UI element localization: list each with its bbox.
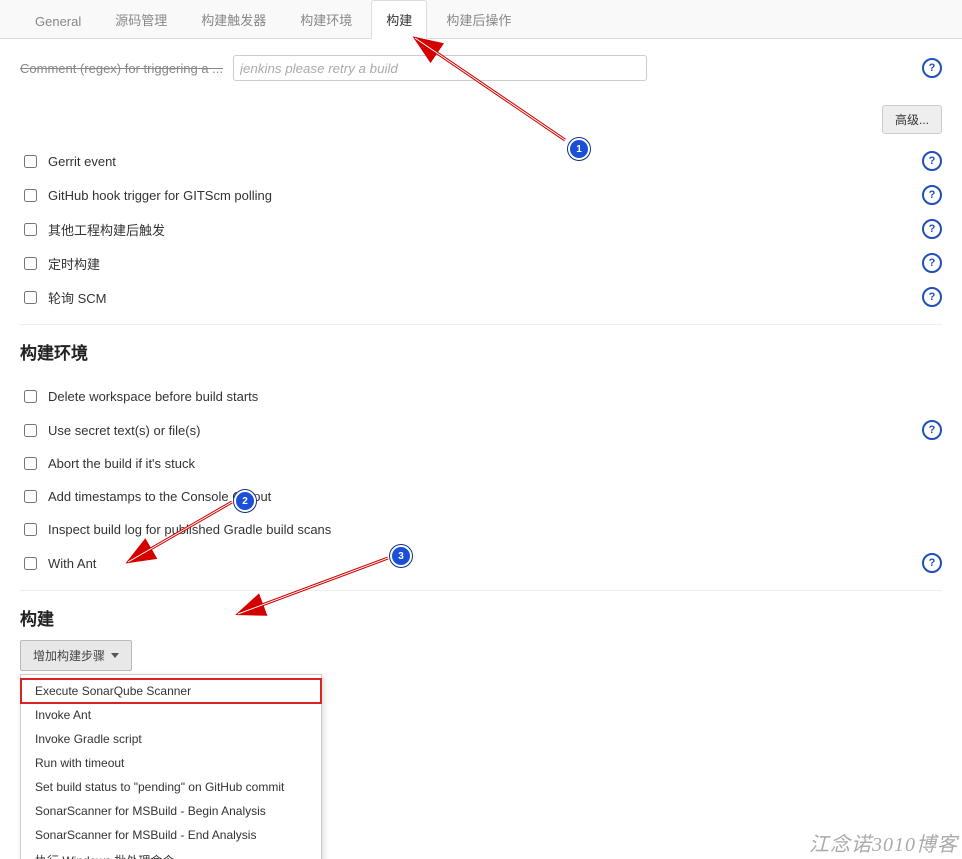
build-step-option-5[interactable]: SonarScanner for MSBuild - Begin Analysi… (21, 799, 321, 823)
env-2-checkbox[interactable] (24, 457, 37, 470)
env-1-label: Use secret text(s) or file(s) (48, 423, 200, 438)
build-step-option-4[interactable]: Set build status to "pending" on GitHub … (21, 775, 321, 799)
tab-environment[interactable]: 构建环境 (285, 0, 367, 38)
env-4-checkbox[interactable] (24, 523, 37, 536)
build-step-option-0[interactable]: Execute SonarQube Scanner (21, 679, 321, 703)
env-2-label: Abort the build if it's stuck (48, 456, 195, 471)
env-5-checkbox[interactable] (24, 557, 37, 570)
add-build-step-button[interactable]: 增加构建步骤 (20, 640, 132, 671)
tab-scm[interactable]: 源码管理 (100, 0, 182, 38)
help-icon[interactable]: ? (922, 253, 942, 273)
annotation-badge-3: 3 (390, 545, 412, 567)
env-3-checkbox[interactable] (24, 490, 37, 503)
trigger-2-label: 其他工程构建后触发 (48, 220, 165, 239)
trigger-4-checkbox[interactable] (24, 291, 37, 304)
help-icon[interactable]: ? (922, 287, 942, 307)
config-tabs: General 源码管理 构建触发器 构建环境 构建 构建后操作 (0, 0, 962, 39)
help-icon[interactable]: ? (922, 219, 942, 239)
tab-triggers[interactable]: 构建触发器 (186, 0, 281, 38)
build-step-dropdown: Execute SonarQube ScannerInvoke AntInvok… (20, 674, 322, 859)
caret-down-icon (111, 653, 119, 658)
build-step-option-6[interactable]: SonarScanner for MSBuild - End Analysis (21, 823, 321, 847)
add-build-step-label: 增加构建步骤 (33, 647, 105, 664)
watermark: 江念诺3010博客 (809, 828, 958, 857)
env-0-checkbox[interactable] (24, 390, 37, 403)
section-build: 构建 (20, 605, 942, 630)
trigger-4-label: 轮询 SCM (48, 288, 107, 307)
help-icon[interactable]: ? (922, 185, 942, 205)
build-step-option-7[interactable]: 执行 Windows 批处理命令 (21, 847, 321, 859)
trigger-1-label: GitHub hook trigger for GITScm polling (48, 188, 272, 203)
env-1-checkbox[interactable] (24, 424, 37, 437)
help-icon[interactable]: ? (922, 58, 942, 78)
help-icon[interactable]: ? (922, 420, 942, 440)
help-icon[interactable]: ? (922, 151, 942, 171)
env-0-label: Delete workspace before build starts (48, 389, 258, 404)
build-step-option-2[interactable]: Invoke Gradle script (21, 727, 321, 751)
tab-postbuild[interactable]: 构建后操作 (431, 0, 526, 38)
build-step-option-1[interactable]: Invoke Ant (21, 703, 321, 727)
truncated-label: Comment (regex) for triggering a ... (20, 61, 223, 76)
annotation-badge-2: 2 (234, 490, 256, 512)
trigger-0-label: Gerrit event (48, 154, 116, 169)
tab-build[interactable]: 构建 (371, 0, 427, 39)
trigger-3-checkbox[interactable] (24, 257, 37, 270)
annotation-badge-1: 1 (568, 138, 590, 160)
help-icon[interactable]: ? (922, 553, 942, 573)
trigger-3-label: 定时构建 (48, 254, 100, 273)
env-4-label: Inspect build log for published Gradle b… (48, 522, 331, 537)
env-5-label: With Ant (48, 556, 96, 571)
trigger-0-checkbox[interactable] (24, 155, 37, 168)
section-build-environment: 构建环境 (20, 339, 942, 364)
regex-comment-input[interactable] (233, 55, 647, 81)
trigger-2-checkbox[interactable] (24, 223, 37, 236)
tab-general[interactable]: General (20, 4, 96, 38)
build-step-option-3[interactable]: Run with timeout (21, 751, 321, 775)
trigger-1-checkbox[interactable] (24, 189, 37, 202)
advanced-button[interactable]: 高级... (882, 105, 942, 134)
